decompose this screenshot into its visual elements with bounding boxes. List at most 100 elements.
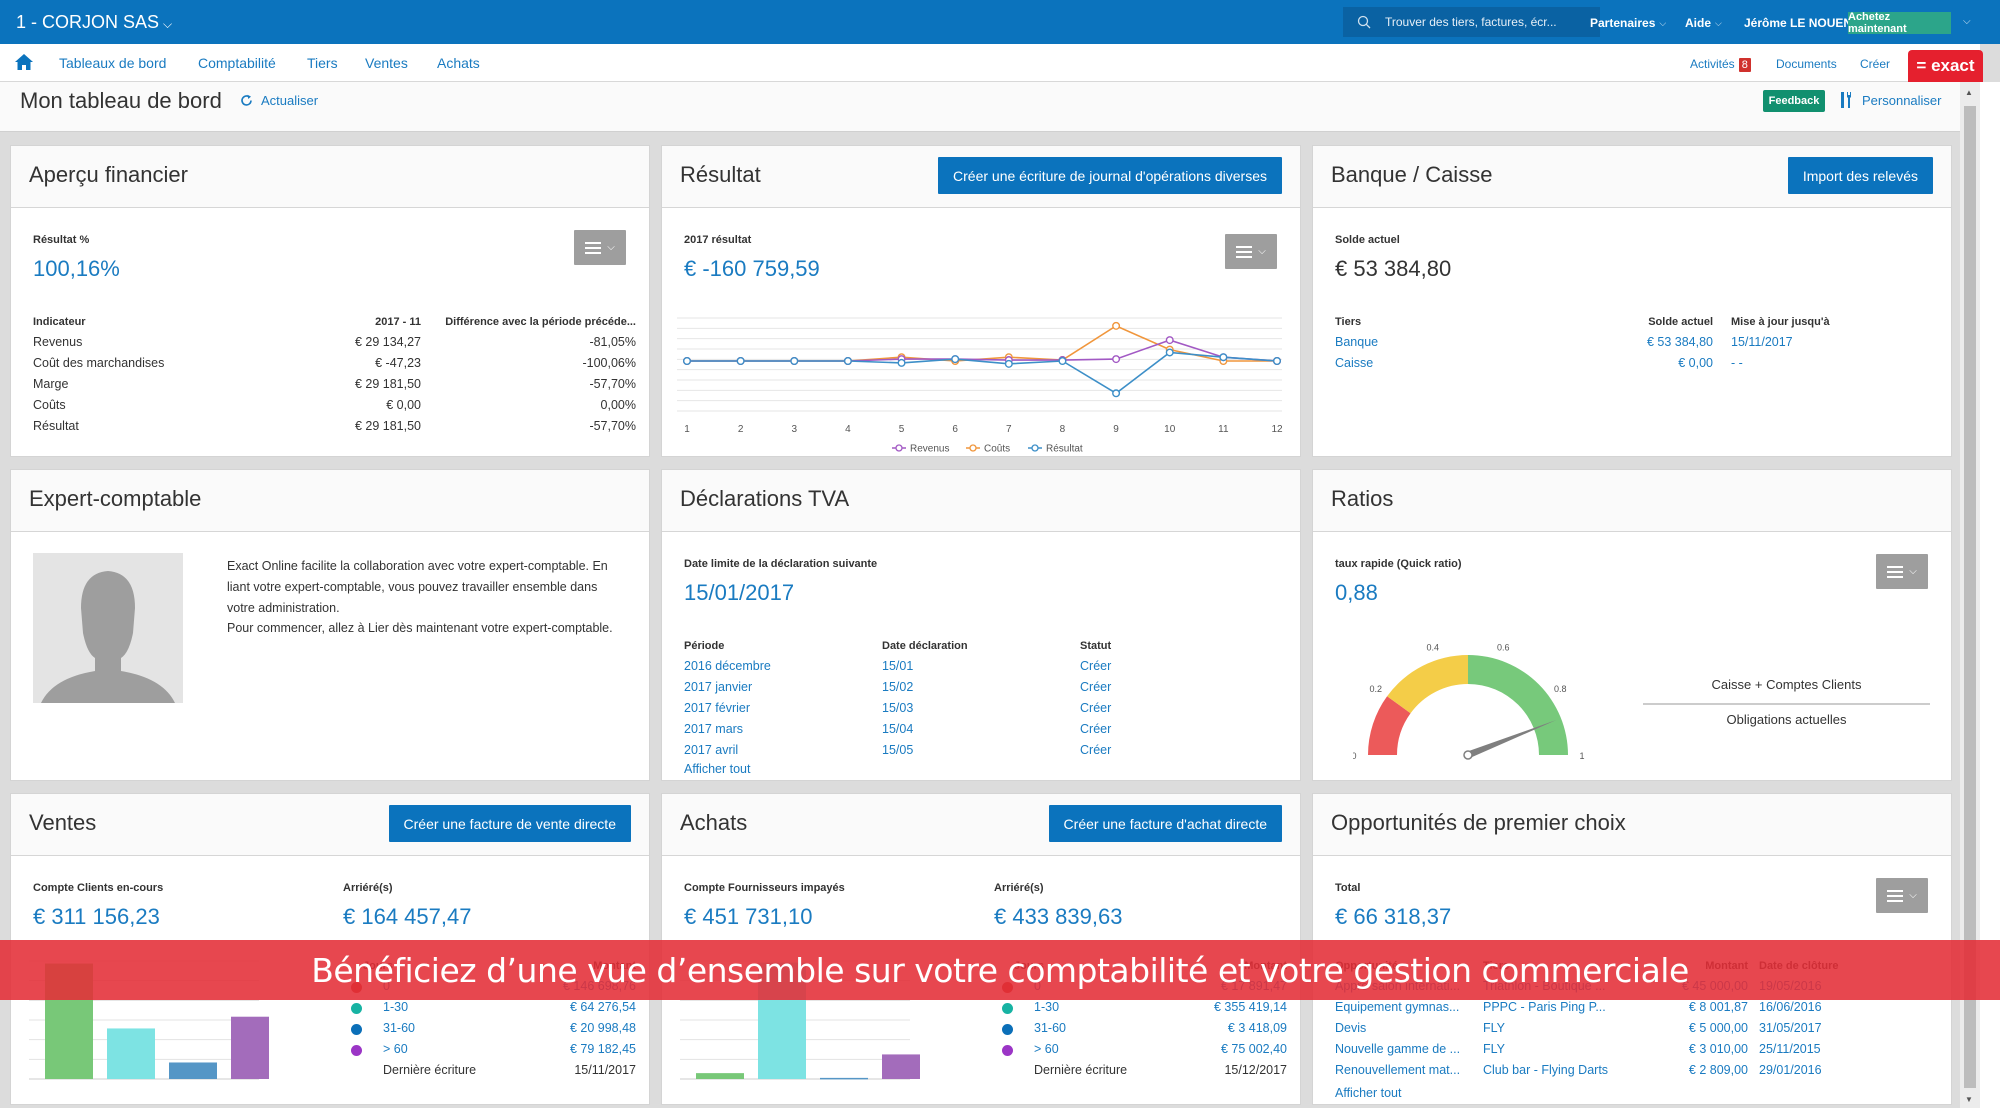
vat-period-link[interactable]: 2017 février <box>684 701 750 715</box>
point-Résultat-12[interactable] <box>1273 357 1282 366</box>
point-Revenus-10[interactable] <box>1165 336 1174 345</box>
search-input[interactable]: Trouver des tiers, factures, écr... <box>1343 7 1600 37</box>
nav-tiers[interactable]: Tiers <box>307 55 338 71</box>
widget-menu-button[interactable]: ⌵ <box>574 230 626 265</box>
bar-0[interactable] <box>696 1073 744 1079</box>
chevron-down-icon[interactable]: ⌵ <box>1963 16 1971 27</box>
aging-bucket-link[interactable]: 1-30 <box>383 1000 408 1014</box>
opportunity-link[interactable]: Nouvelle gamme de ... <box>1335 1042 1460 1056</box>
import-statements-button[interactable]: Import des relevés <box>1787 157 1933 194</box>
partners-menu[interactable]: Partenaires ⌵ <box>1590 16 1666 30</box>
point-Résultat-9[interactable] <box>1112 389 1121 398</box>
company-selector[interactable]: 1 - CORJON SAS ⌵ <box>16 12 172 33</box>
point-Revenus-9[interactable] <box>1112 355 1121 364</box>
activities-link[interactable]: Activités 8 <box>1690 57 1751 72</box>
aging-bucket-link[interactable]: 31-60 <box>383 1021 415 1035</box>
aging-amount[interactable]: € 355 419,14 <box>1092 1000 1287 1014</box>
aging-amount[interactable]: € 3 418,09 <box>1092 1021 1287 1035</box>
widget-menu-button[interactable]: ⌵ <box>1225 234 1277 269</box>
legend-item-Revenus[interactable]: Revenus <box>892 444 949 455</box>
indicator-name: Résultat <box>33 419 79 433</box>
account-link[interactable]: Banque <box>1335 335 1378 349</box>
widget-menu-button[interactable]: ⌵ <box>1876 554 1928 589</box>
create-journal-entry-button[interactable]: Créer une écriture de journal d'opératio… <box>938 157 1282 194</box>
point-Résultat-10[interactable] <box>1165 348 1174 357</box>
create-purchase-invoice-button[interactable]: Créer une facture d'achat directe <box>1048 805 1282 842</box>
create-sales-invoice-button[interactable]: Créer une facture de vente directe <box>388 805 631 842</box>
bar-> 60[interactable] <box>231 1016 269 1079</box>
create-link[interactable]: Créer <box>1860 57 1890 71</box>
buy-now-button[interactable]: Achetez maintenant <box>1848 11 1951 35</box>
point-Résultat-11[interactable] <box>1219 353 1228 362</box>
aging-bucket-link[interactable]: 1-30 <box>1034 1000 1059 1014</box>
show-all-link[interactable]: Afficher tout <box>684 762 750 776</box>
vat-create-link[interactable]: Créer <box>1080 659 1111 673</box>
point-Résultat-7[interactable] <box>1004 359 1013 368</box>
vat-create-link[interactable]: Créer <box>1080 701 1111 715</box>
legend-item-Résultat[interactable]: Résultat <box>1028 444 1083 455</box>
kpi-value[interactable]: € 311 156,23 <box>33 904 160 930</box>
point-Résultat-6[interactable] <box>951 355 960 364</box>
point-Coûts-9[interactable] <box>1112 321 1121 330</box>
opportunity-link[interactable]: Equipement gymnas... <box>1335 1000 1459 1014</box>
point-Résultat-5[interactable] <box>897 358 906 367</box>
vat-create-link[interactable]: Créer <box>1080 743 1111 757</box>
vat-period-link[interactable]: 2017 mars <box>684 722 743 736</box>
aging-amount[interactable]: € 20 998,48 <box>441 1021 636 1035</box>
account-link[interactable]: Caisse <box>1335 356 1373 370</box>
opportunity-account-link[interactable]: FLY <box>1483 1042 1505 1056</box>
vat-date[interactable]: 15/03 <box>882 701 913 715</box>
kpi-value[interactable]: € 433 839,63 <box>994 904 1122 930</box>
opportunity-link[interactable]: Devis <box>1335 1021 1366 1035</box>
feedback-button[interactable]: Feedback <box>1763 90 1825 112</box>
help-menu[interactable]: Aide ⌵ <box>1685 16 1722 30</box>
opportunity-link[interactable]: Renouvellement mat... <box>1335 1063 1460 1077</box>
user-menu[interactable]: Jérôme LE NOUEN <box>1744 16 1852 30</box>
home-button[interactable] <box>14 53 34 76</box>
refresh-button[interactable]: Actualiser <box>240 93 318 108</box>
customize-button[interactable]: Personnaliser <box>1840 92 1942 108</box>
documents-link[interactable]: Documents <box>1776 57 1837 71</box>
aging-amount[interactable]: € 64 276,54 <box>441 1000 636 1014</box>
opportunity-account-link[interactable]: FLY <box>1483 1021 1505 1035</box>
nav-achats[interactable]: Achats <box>437 55 480 71</box>
account-balance[interactable]: € 53 384,80 <box>1483 335 1713 349</box>
legend-item-Coûts[interactable]: Coûts <box>966 444 1010 455</box>
opportunity-account-link[interactable]: PPPC - Paris Ping P... <box>1483 1000 1606 1014</box>
bar-31-60[interactable] <box>820 1077 868 1080</box>
kpi-value[interactable]: € 164 457,47 <box>343 904 471 930</box>
aging-amount[interactable]: € 79 182,45 <box>441 1042 636 1056</box>
scroll-up-icon[interactable]: ▲ <box>1965 88 1973 97</box>
bar-31-60[interactable] <box>169 1062 217 1079</box>
nav-tableaux-de-bord[interactable]: Tableaux de bord <box>59 55 166 71</box>
nav-ventes[interactable]: Ventes <box>365 55 408 71</box>
point-Résultat-1[interactable] <box>682 357 691 366</box>
vat-period-link[interactable]: 2017 avril <box>684 743 738 757</box>
point-Résultat-3[interactable] <box>790 357 799 366</box>
person-silhouette-icon <box>41 571 175 703</box>
vat-period-link[interactable]: 2017 janvier <box>684 680 752 694</box>
bar-> 60[interactable] <box>882 1054 920 1079</box>
point-Résultat-4[interactable] <box>843 357 852 366</box>
aging-amount[interactable]: € 75 002,40 <box>1092 1042 1287 1056</box>
vat-date[interactable]: 15/05 <box>882 743 913 757</box>
bar-1-30[interactable] <box>107 1028 155 1079</box>
show-all-link[interactable]: Afficher tout <box>1335 1086 1401 1100</box>
opportunity-account-link[interactable]: Club bar - Flying Darts <box>1483 1063 1608 1077</box>
vat-create-link[interactable]: Créer <box>1080 722 1111 736</box>
kpi-value[interactable]: € 451 731,10 <box>684 904 812 930</box>
aging-bucket-link[interactable]: > 60 <box>1034 1042 1059 1056</box>
aging-bucket-link[interactable]: > 60 <box>383 1042 408 1056</box>
point-Résultat-2[interactable] <box>736 357 745 366</box>
aging-bucket-link[interactable]: 31-60 <box>1034 1021 1066 1035</box>
widget-menu-button[interactable]: ⌵ <box>1876 878 1928 913</box>
vat-create-link[interactable]: Créer <box>1080 680 1111 694</box>
vat-date[interactable]: 15/01 <box>882 659 913 673</box>
point-Résultat-8[interactable] <box>1058 357 1067 366</box>
account-balance[interactable]: € 0,00 <box>1483 356 1713 370</box>
vat-date[interactable]: 15/02 <box>882 680 913 694</box>
vat-period-link[interactable]: 2016 décembre <box>684 659 771 673</box>
nav-comptabilite[interactable]: Comptabilité <box>198 55 276 71</box>
vat-date[interactable]: 15/04 <box>882 722 913 736</box>
scroll-down-icon[interactable]: ▼ <box>1965 1095 1973 1104</box>
